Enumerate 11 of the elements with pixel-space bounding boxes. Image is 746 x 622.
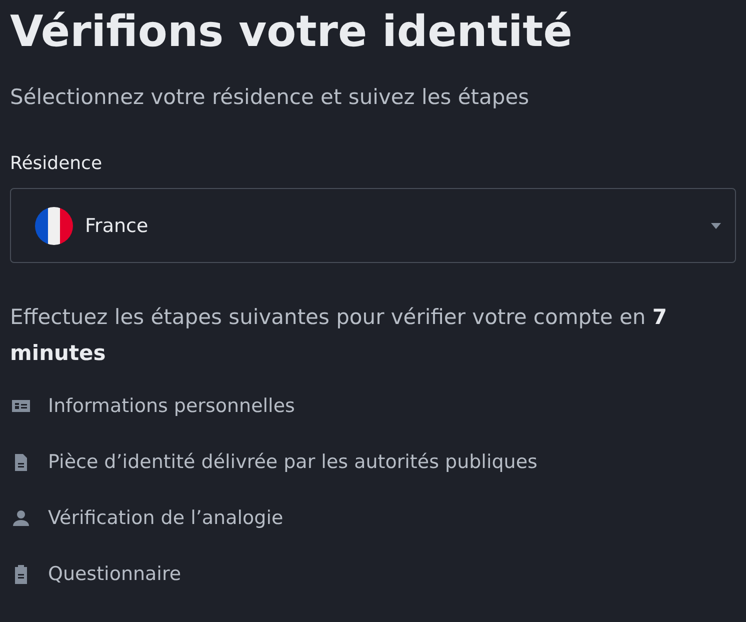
page-title: Vérifions votre identité	[10, 6, 574, 59]
step-label: Questionnaire	[48, 563, 182, 585]
field-label: Résidence	[10, 152, 104, 176]
caret-icon	[711, 222, 721, 228]
step-label: Vérification de l’analogie	[48, 507, 284, 529]
step-label: Pièce d’identité délivrée par les autorités publiques	[48, 451, 538, 473]
residence-select[interactable]: France	[10, 188, 736, 263]
instructions-text: Effectuez les étapes suivantes pour vérifier votre compte en 7 minutes	[10, 304, 668, 367]
step-label: Informations personnelles	[48, 395, 295, 417]
flag-icon	[35, 206, 73, 244]
subtitle: Sélectionnez votre résidence et suivez les étapes	[10, 84, 530, 111]
